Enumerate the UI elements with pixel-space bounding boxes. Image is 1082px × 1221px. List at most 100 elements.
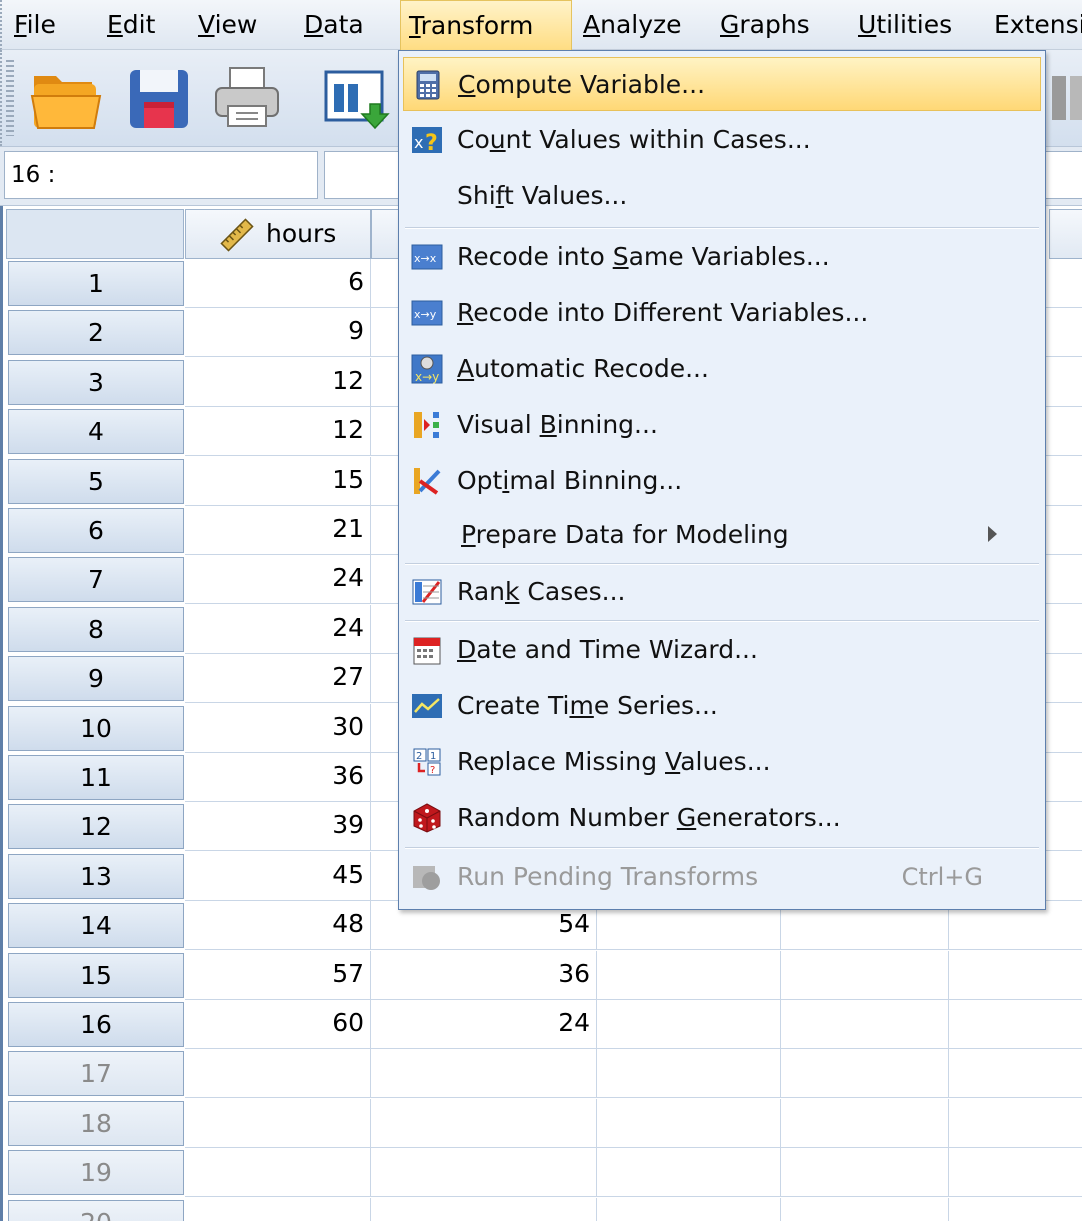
- table-cell[interactable]: 30: [185, 703, 371, 753]
- menu-item-automatic-recode[interactable]: x→y Automatic Recode...: [403, 342, 1041, 396]
- menu-item-prepare-data[interactable]: Prepare Data for Modeling: [403, 508, 1041, 562]
- row-header[interactable]: 4: [8, 409, 184, 455]
- recall-dialog-icon[interactable]: [320, 62, 396, 134]
- column-header-2[interactable]: [371, 209, 399, 259]
- menu-item-visual-binning[interactable]: Visual Binning...: [403, 398, 1041, 452]
- row-header[interactable]: 18: [8, 1100, 184, 1146]
- menu-item-create-time-series[interactable]: Create Time Series...: [403, 679, 1041, 733]
- table-cell[interactable]: [949, 1198, 1082, 1221]
- find-icon[interactable]: [1042, 62, 1082, 134]
- svg-text:1: 1: [430, 751, 436, 762]
- table-cell[interactable]: 15: [185, 456, 371, 506]
- table-cell[interactable]: 21: [185, 506, 371, 555]
- table-cell[interactable]: 6: [185, 259, 371, 308]
- table-cell[interactable]: [597, 1098, 781, 1148]
- table-cell[interactable]: 12: [185, 357, 371, 407]
- row-header[interactable]: 6: [8, 508, 184, 553]
- row-header[interactable]: 9: [8, 656, 184, 702]
- table-cell[interactable]: [781, 1049, 949, 1099]
- table-cell[interactable]: [781, 1098, 949, 1148]
- row-header[interactable]: 19: [8, 1150, 184, 1196]
- table-cell[interactable]: 36: [185, 753, 371, 802]
- table-cell[interactable]: 39: [185, 802, 371, 852]
- row-header[interactable]: 3: [8, 359, 184, 405]
- table-cell[interactable]: [597, 1049, 781, 1099]
- menu-item-date-time-wizard[interactable]: Date and Time Wizard...: [403, 623, 1041, 677]
- menu-item-compute-variable[interactable]: Compute Variable...: [403, 57, 1041, 111]
- table-cell[interactable]: 24: [371, 1000, 597, 1049]
- table-cell[interactable]: [371, 1049, 597, 1099]
- table-cell[interactable]: [597, 1197, 781, 1221]
- table-cell[interactable]: 12: [185, 407, 371, 457]
- column-header-hours[interactable]: hours: [185, 209, 371, 259]
- row-header[interactable]: 14: [8, 903, 184, 949]
- print-icon[interactable]: [210, 62, 286, 134]
- menu-item-label: Count Values within Cases...: [457, 125, 811, 154]
- menu-item-recode-same[interactable]: x→x Recode into Same Variables...: [403, 230, 1041, 284]
- table-cell[interactable]: 24: [185, 604, 371, 654]
- row-header[interactable]: 15: [8, 952, 184, 998]
- row-header[interactable]: 12: [8, 804, 184, 850]
- table-cell[interactable]: 24: [185, 555, 371, 605]
- column-header-3[interactable]: [1049, 209, 1082, 259]
- table-cell[interactable]: [597, 1148, 781, 1198]
- menu-item-recode-different[interactable]: x→y Recode into Different Variables...: [403, 286, 1041, 340]
- table-cell[interactable]: [185, 1049, 371, 1099]
- row-header[interactable]: 7: [8, 557, 184, 603]
- menu-extensions[interactable]: Extensi: [986, 0, 1082, 50]
- table-cell[interactable]: 57: [185, 950, 371, 1000]
- row-header[interactable]: 1: [8, 261, 184, 306]
- table-cell[interactable]: [597, 950, 781, 1000]
- table-cell[interactable]: [949, 1099, 1082, 1148]
- menu-item-replace-missing[interactable]: 2 1? Replace Missing Values...: [403, 735, 1041, 789]
- table-cell[interactable]: [185, 1148, 371, 1198]
- row-header[interactable]: 8: [8, 606, 184, 652]
- row-header[interactable]: 2: [8, 310, 184, 356]
- table-cell[interactable]: [949, 1000, 1082, 1049]
- menu-transform[interactable]: Transform: [400, 0, 572, 50]
- menu-item-count-values[interactable]: x? Count Values within Cases...: [403, 113, 1041, 167]
- grid-corner[interactable]: [6, 209, 184, 259]
- menu-item-random-number-generators[interactable]: Random Number Generators...: [403, 791, 1041, 845]
- menu-item-optimal-binning[interactable]: Optimal Binning...: [403, 454, 1041, 508]
- table-cell[interactable]: [185, 1098, 371, 1148]
- table-cell[interactable]: [185, 1197, 371, 1221]
- row-header[interactable]: 10: [8, 705, 184, 751]
- toolbar-grip[interactable]: [6, 60, 14, 136]
- table-cell[interactable]: 60: [185, 1000, 371, 1049]
- cell-reference-field[interactable]: 16 :: [4, 151, 318, 199]
- table-cell[interactable]: 45: [185, 851, 371, 901]
- menu-data[interactable]: Data: [296, 0, 372, 50]
- menu-item-shift-values[interactable]: Shift Values...: [403, 169, 1041, 223]
- row-header[interactable]: 13: [8, 853, 184, 899]
- table-cell[interactable]: [371, 1148, 597, 1198]
- table-cell[interactable]: [949, 1148, 1082, 1198]
- table-cell[interactable]: [597, 1000, 781, 1049]
- table-cell[interactable]: 9: [185, 308, 371, 358]
- save-icon[interactable]: [122, 62, 198, 134]
- menu-view[interactable]: View: [190, 0, 265, 50]
- table-cell[interactable]: 36: [371, 950, 597, 1000]
- table-cell[interactable]: [371, 1197, 597, 1221]
- table-cell[interactable]: 48: [185, 901, 371, 951]
- row-header[interactable]: 5: [8, 458, 184, 504]
- row-header[interactable]: 20: [8, 1199, 184, 1221]
- menu-graphs[interactable]: Graphs: [712, 0, 818, 50]
- table-cell[interactable]: [781, 1000, 949, 1049]
- menu-utilities[interactable]: Utilities: [850, 0, 960, 50]
- menu-file[interactable]: File: [6, 0, 64, 50]
- table-cell[interactable]: 27: [185, 654, 371, 704]
- row-header[interactable]: 16: [8, 1002, 184, 1047]
- table-cell[interactable]: [781, 1148, 949, 1198]
- menu-analyze[interactable]: Analyze: [575, 0, 690, 50]
- menu-item-rank-cases[interactable]: Rank Cases...: [403, 565, 1041, 619]
- table-cell[interactable]: [781, 1197, 949, 1221]
- row-header[interactable]: 11: [8, 755, 184, 800]
- open-folder-icon[interactable]: [28, 62, 104, 134]
- menu-edit[interactable]: Edit: [99, 0, 163, 50]
- table-cell[interactable]: [371, 1098, 597, 1148]
- table-cell[interactable]: [949, 1049, 1082, 1099]
- row-header[interactable]: 17: [8, 1051, 184, 1097]
- table-cell[interactable]: [781, 950, 949, 1000]
- table-cell[interactable]: [949, 951, 1082, 1000]
